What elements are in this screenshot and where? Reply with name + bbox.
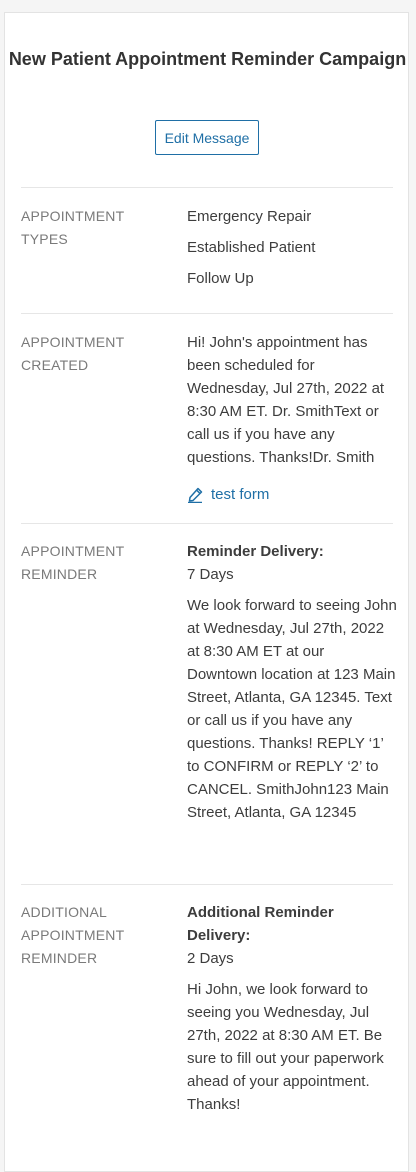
appointment-created-section: APPOINTMENT CREATED Hi! John's appointme…	[21, 313, 393, 503]
additional-reminder-content: Additional Reminder Delivery: 2 Days Hi …	[187, 901, 397, 1116]
appointment-type-item: Follow Up	[187, 270, 254, 287]
appointment-reminder-section: APPOINTMENT REMINDER Reminder Delivery: …	[21, 523, 397, 821]
additional-delivery-heading: Additional Reminder Delivery:	[187, 904, 334, 944]
reminder-delivery-value: 7 Days	[187, 566, 234, 583]
campaign-card: New Patient Appointment Reminder Campaig…	[4, 12, 409, 1172]
form-edit-icon	[188, 487, 203, 503]
appointment-created-label: APPOINTMENT CREATED	[21, 334, 125, 373]
appointment-types-list: Emergency Repair Established Patient Fol…	[187, 205, 397, 298]
page-title: New Patient Appointment Reminder Campaig…	[8, 49, 407, 69]
test-form-link[interactable]: test form	[187, 483, 397, 506]
additional-reminder-label: ADDITIONAL APPOINTMENT REMINDER	[21, 904, 125, 966]
reminder-message: We look forward to seeing John at Wednes…	[187, 597, 397, 821]
appointment-reminder-label: APPOINTMENT REMINDER	[21, 543, 125, 582]
additional-delivery-value: 2 Days	[187, 950, 234, 967]
additional-reminder-message: Hi John, we look forward to seeing you W…	[187, 981, 384, 1113]
appointment-reminder-content: Reminder Delivery: 7 Days We look forwar…	[187, 540, 397, 824]
appointment-created-content: Hi! John's appointment has been schedule…	[187, 331, 397, 506]
appointment-type-item: Emergency Repair	[187, 208, 312, 225]
appointment-created-message: Hi! John's appointment has been schedule…	[187, 334, 385, 466]
reminder-delivery-heading: Reminder Delivery:	[187, 543, 324, 560]
additional-reminder-section: ADDITIONAL APPOINTMENT REMINDER Addition…	[21, 884, 393, 1113]
test-form-link-label: test form	[211, 486, 270, 503]
edit-message-button[interactable]: Edit Message	[155, 120, 259, 155]
appointment-types-label: APPOINTMENT TYPES	[21, 208, 125, 247]
appointment-types-section: APPOINTMENT TYPES Emergency Repair Estab…	[21, 187, 393, 287]
appointment-type-item: Established Patient	[187, 239, 316, 256]
